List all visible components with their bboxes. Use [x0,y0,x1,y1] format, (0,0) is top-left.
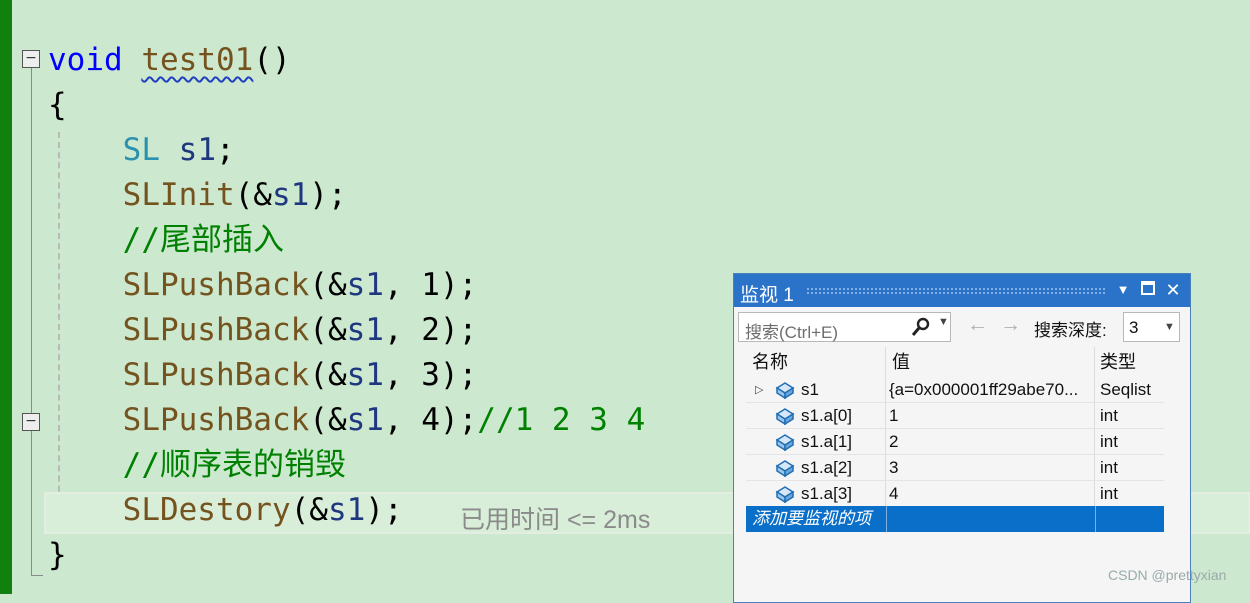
column-header-type[interactable]: 类型 [1100,347,1136,377]
code-line-11: SLDestory(&s1); [122,492,403,528]
drag-grip[interactable] [806,287,1106,294]
function-name-test01: test01 [141,42,254,78]
column-header-value[interactable]: 值 [892,347,910,377]
expand-triangle-icon[interactable]: ▷ [755,377,763,403]
watch-row-name: s1.a[3] [801,484,853,503]
watch-row[interactable]: ▷ s1 {a=0x000001ff29abe70... Seqlist [746,377,1164,403]
search-depth-value: 3 [1129,318,1139,337]
watch-row[interactable]: s1.a[3] 4 int [746,481,1164,507]
search-placeholder: 搜索(Ctrl+E) [745,323,839,342]
collapse-toggle-function[interactable]: − [22,50,40,68]
code-line-8: SLPushBack(&s1, 3); [122,357,478,393]
watch-row-value[interactable]: 4 [889,481,1094,507]
search-depth-select[interactable]: 3 ▼ [1123,312,1180,342]
code-line-7: SLPushBack(&s1, 2); [122,312,478,348]
code-line-4: SLInit(&s1); [122,177,347,213]
watch-row-type: int [1100,406,1118,425]
search-input[interactable]: 搜索(Ctrl+E) ▼ [738,312,951,342]
collapse-toggle-comment[interactable]: − [22,413,40,431]
watch-row[interactable]: s1.a[0] 1 int [746,403,1164,429]
watermark: CSDN @prettyxian [1108,567,1227,583]
object-icon [775,382,795,399]
watch-row-value[interactable]: {a=0x000001ff29abe70... [889,377,1094,403]
column-divider [1095,506,1096,532]
search-depth-label: 搜索深度: [1034,321,1107,340]
watch-row-value[interactable]: 1 [889,403,1094,429]
code-line-1: void test01() [48,42,291,78]
code-line-3: SL s1; [122,132,235,168]
watch-row[interactable]: s1.a[1] 2 int [746,429,1164,455]
code-line-5: //尾部插入 [122,222,284,258]
code-line-10: //顺序表的销毁 [122,447,346,483]
window-menu-dropdown-icon[interactable]: ▼ [1112,279,1134,301]
watch-row-name: s1.a[0] [801,406,853,425]
fold-guide-end [31,575,43,576]
watch-row-type: int [1100,432,1118,451]
watch-row-name: s1 [801,380,819,399]
chevron-down-icon[interactable]: ▼ [1164,321,1175,333]
add-watch-item-row[interactable]: 添加要监视的项 [746,506,1164,532]
watch-title: 监视 1 [740,285,794,306]
object-icon [775,434,795,451]
code-line-9: SLPushBack(&s1, 4);//1 2 3 4 [122,402,646,438]
close-icon[interactable]: ✕ [1162,279,1184,301]
watch-window[interactable]: 监视 1 ▼ ✕ 搜索(Ctrl+E) ▼ ← → 搜索深度: 3 ▼ 名称 值… [733,273,1191,603]
watch-row-name: s1.a[1] [801,432,853,451]
watch-row[interactable]: s1.a[2] 3 int [746,455,1164,481]
watch-title-bar[interactable]: 监视 1 ▼ ✕ [734,274,1190,307]
watch-row-value[interactable]: 3 [889,455,1094,481]
search-icon[interactable] [911,317,931,342]
code-line-2: { [48,87,67,123]
watch-row-type: int [1100,484,1118,503]
add-watch-item-label: 添加要监视的项 [752,509,871,528]
watch-row-type: Seqlist [1100,380,1152,399]
maximize-icon[interactable] [1137,279,1159,301]
column-header-name[interactable]: 名称 [752,347,788,377]
search-next-icon[interactable]: → [1000,313,1021,337]
code-line-12: } [48,537,67,573]
watch-toolbar: 搜索(Ctrl+E) ▼ ← → 搜索深度: 3 ▼ [734,309,1190,345]
watch-row-value[interactable]: 2 [889,429,1094,455]
code-line-6: SLPushBack(&s1, 1); [122,267,478,303]
watch-row-type: int [1100,458,1118,477]
fold-guide-line [31,68,32,575]
watch-row-name: s1.a[2] [801,458,853,477]
breakpoint-margin[interactable] [0,0,12,594]
object-icon [775,486,795,503]
object-icon [775,460,795,477]
object-icon [775,408,795,425]
column-divider [886,506,887,532]
perf-tip[interactable]: 已用时间 <= 2ms [460,500,650,536]
search-dropdown-icon[interactable]: ▼ [938,316,949,328]
search-previous-icon[interactable]: ← [967,313,988,337]
